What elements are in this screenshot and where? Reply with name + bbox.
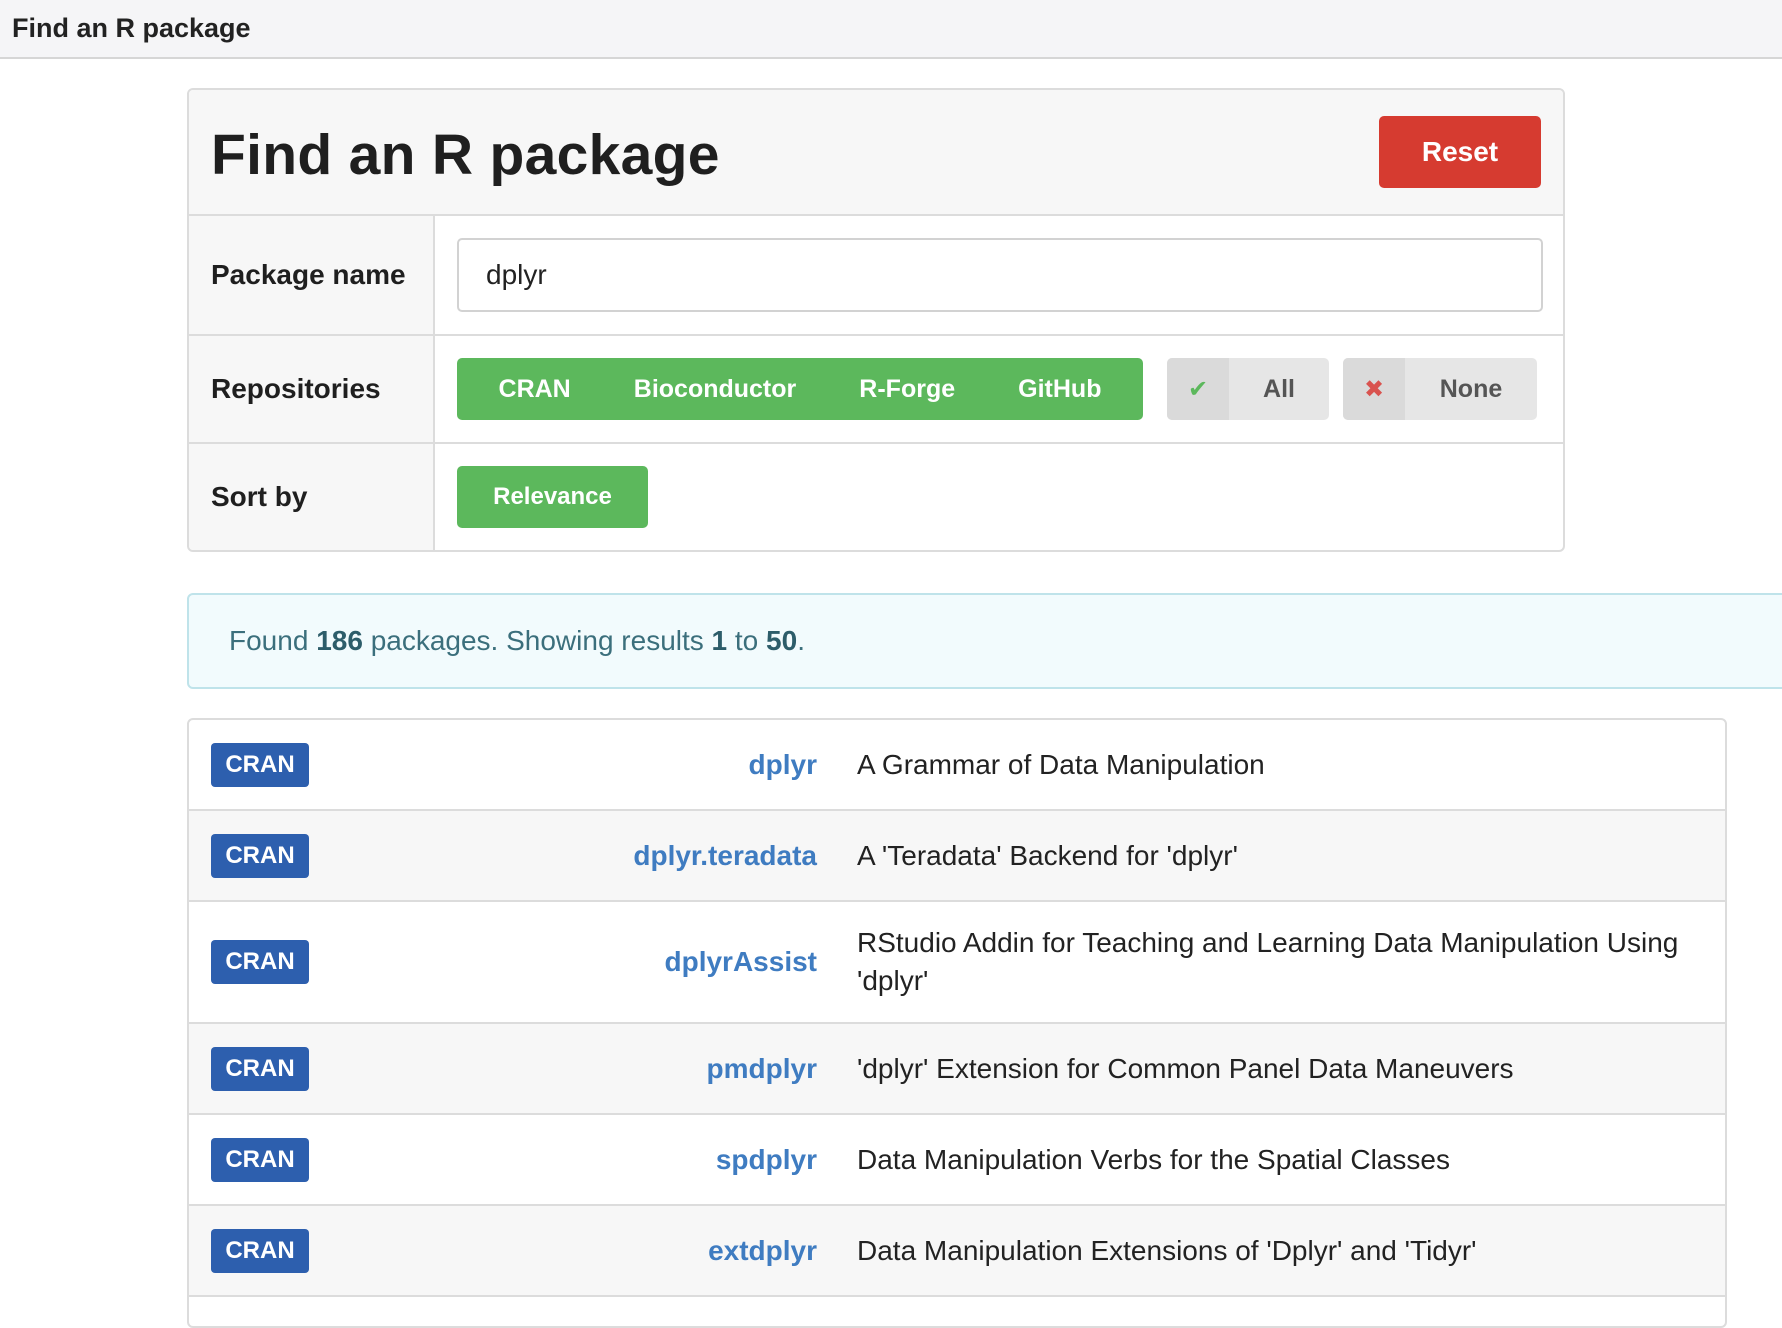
repo-cran-button[interactable]: CRAN (481, 375, 589, 404)
package-link[interactable]: dplyr (749, 749, 817, 781)
select-none-label: None (1439, 374, 1503, 403)
table-row: CRAN dplyr A Grammar of Data Manipulatio… (189, 720, 1725, 811)
package-description: A 'Teradata' Backend for 'dplyr' (857, 839, 1238, 871)
repo-badge: CRAN (211, 940, 309, 984)
package-description: Data Manipulation Verbs for the Spatial … (857, 1143, 1450, 1175)
repo-bioconductor-button[interactable]: Bioconductor (616, 375, 815, 404)
repository-toggle-group: CRAN Bioconductor R-Forge GitHub (457, 358, 1143, 420)
package-link[interactable]: dplyrAssist (665, 946, 818, 978)
cross-icon: ✖ (1343, 358, 1405, 420)
summary-total: 186 (316, 625, 363, 656)
package-description: RStudio Addin for Teaching and Learning … (857, 927, 1679, 996)
summary-to: 50 (766, 625, 798, 656)
select-all-button[interactable]: ✔ All (1167, 358, 1329, 420)
summary-to-word: to (734, 625, 759, 656)
package-link[interactable]: dplyr.teradata (633, 840, 817, 872)
package-link[interactable]: spdplyr (716, 1144, 817, 1176)
package-name-input[interactable] (457, 238, 1543, 312)
package-description: Data Manipulation Extensions of 'Dplyr' … (857, 1234, 1477, 1266)
package-name-row: Package name (189, 216, 1563, 336)
select-none-button[interactable]: ✖ None (1343, 358, 1537, 420)
package-link[interactable]: pmdplyr (707, 1053, 817, 1085)
sort-label: Sort by (189, 444, 435, 550)
repo-badge: CRAN (211, 833, 309, 878)
select-all-label: All (1263, 374, 1295, 403)
table-row: CRAN dplyr.teradata A 'Teradata' Backend… (189, 811, 1725, 902)
panel-header: Find an R package Reset (189, 90, 1563, 216)
package-name-label: Package name (189, 216, 435, 334)
repositories-row: Repositories CRAN Bioconductor R-Forge G… (189, 336, 1563, 444)
window-title-bar: Find an R package (0, 0, 1782, 59)
table-row: CRAN pmdplyr 'dplyr' Extension for Commo… (189, 1024, 1725, 1115)
summary-suffix: . (797, 625, 805, 656)
window-title: Find an R package (12, 13, 251, 43)
repo-github-button[interactable]: GitHub (1000, 375, 1119, 404)
repositories-label: Repositories (189, 336, 435, 442)
repo-rforge-button[interactable]: R-Forge (841, 375, 973, 404)
repo-badge: CRAN (211, 1137, 309, 1182)
sort-relevance-button[interactable]: Relevance (457, 466, 648, 528)
results-table: CRAN dplyr A Grammar of Data Manipulatio… (187, 718, 1727, 1328)
summary-middle: packages. Showing results (370, 625, 704, 656)
package-description: 'dplyr' Extension for Common Panel Data … (857, 1052, 1514, 1084)
repo-badge: CRAN (211, 742, 309, 787)
search-panel: Find an R package Reset Package name Rep… (187, 88, 1565, 552)
check-icon: ✔ (1167, 358, 1229, 420)
repo-badge: CRAN (211, 1228, 309, 1273)
results-summary: Found 186 packages. Showing results 1 to… (187, 593, 1782, 689)
sort-row: Sort by Relevance (189, 444, 1563, 550)
reset-button[interactable]: Reset (1379, 116, 1541, 188)
repo-badge: CRAN (211, 1046, 309, 1091)
page-title: Find an R package (211, 123, 720, 187)
table-row: CRAN dplyrAssist RStudio Addin for Teach… (189, 902, 1725, 1024)
package-description: A Grammar of Data Manipulation (857, 748, 1265, 780)
summary-from: 1 (711, 625, 728, 656)
summary-prefix: Found (229, 625, 309, 656)
table-row: CRAN spdplyr Data Manipulation Verbs for… (189, 1115, 1725, 1206)
table-row: CRAN extdplyr Data Manipulation Extensio… (189, 1206, 1725, 1297)
package-link[interactable]: extdplyr (708, 1235, 817, 1267)
